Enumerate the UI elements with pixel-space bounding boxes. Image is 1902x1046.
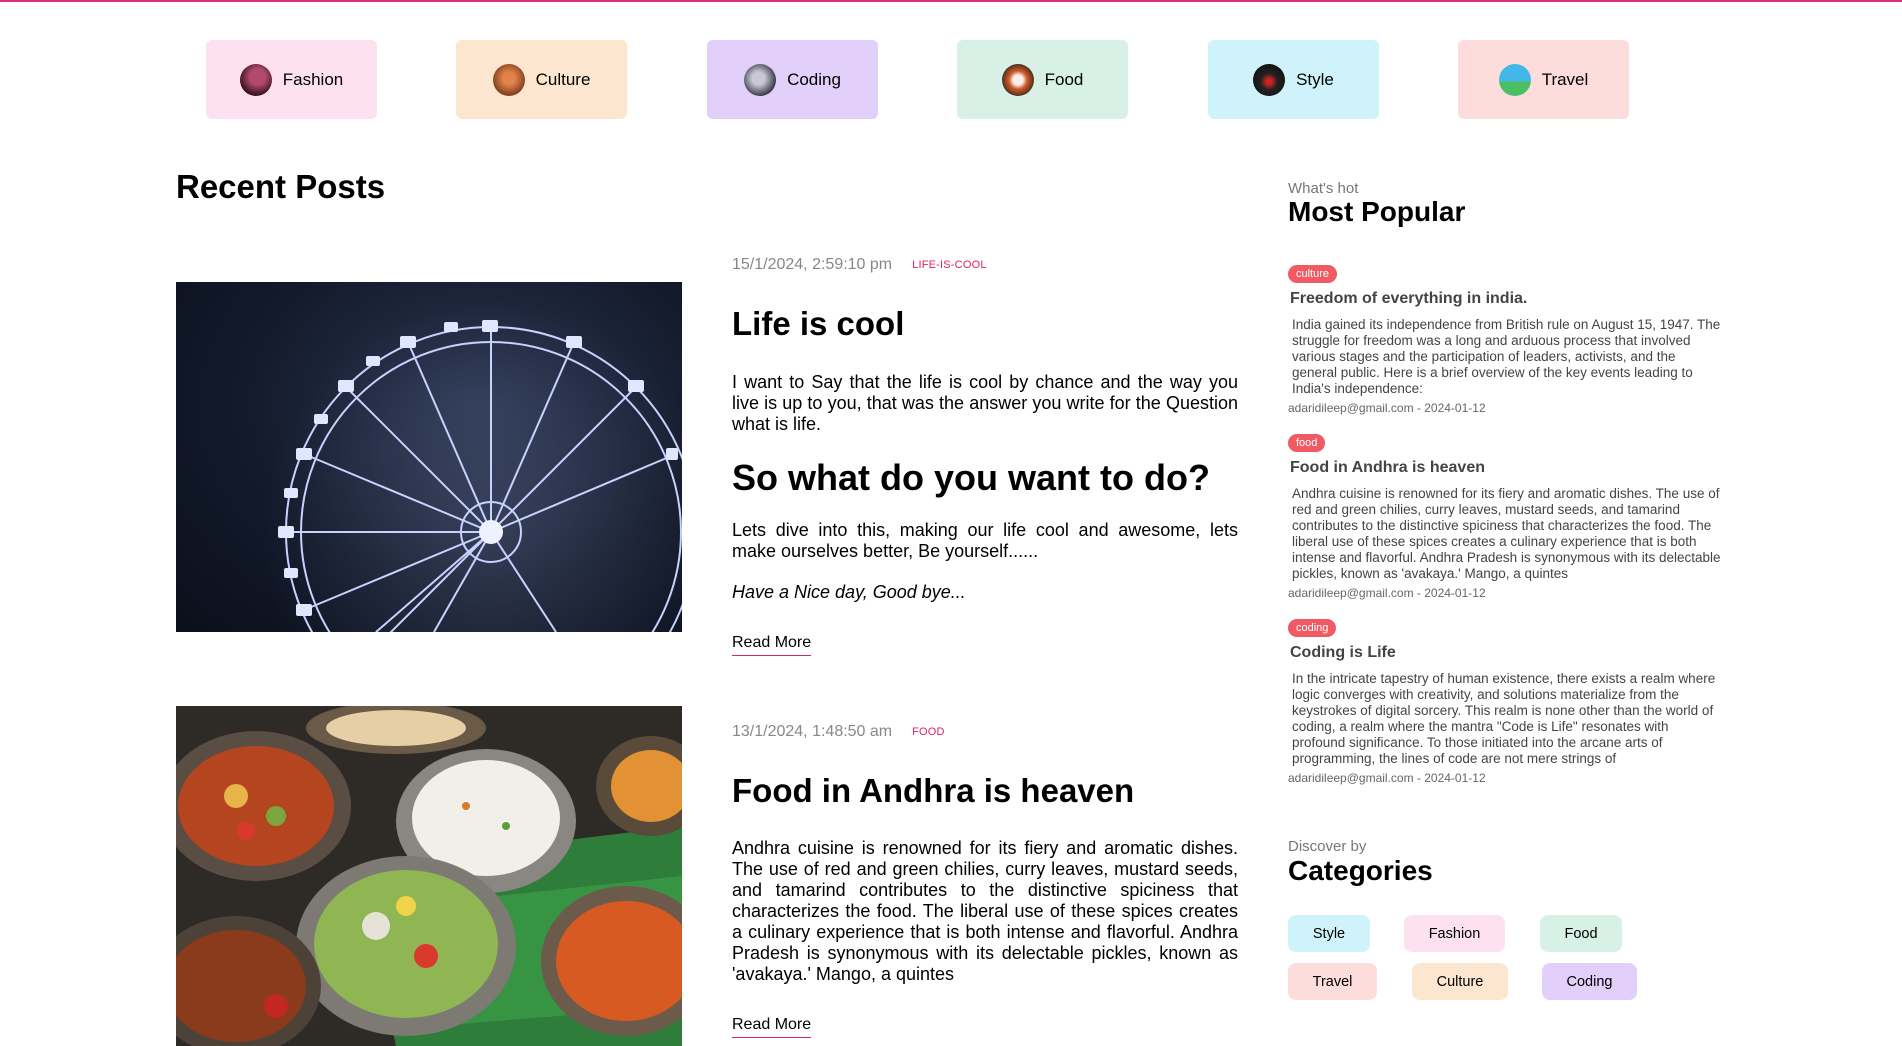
category-button-coding[interactable]: Coding <box>707 40 878 119</box>
category-button-label: Style <box>1296 69 1334 89</box>
post-category-tag[interactable]: FOOD <box>912 726 945 738</box>
popular-post-description: In the intricate tapestry of human exist… <box>1292 671 1716 766</box>
category-button-culture[interactable]: Culture <box>456 40 627 119</box>
coding-avatar-icon <box>744 63 777 96</box>
post-excerpt-3: Have a Nice day, Good bye... <box>732 582 966 602</box>
category-pill-food[interactable]: Food <box>1540 915 1622 952</box>
category-button-label: Coding <box>787 69 841 89</box>
popular-post-description: India gained its independence from Briti… <box>1292 317 1721 396</box>
food-avatar-icon <box>1001 63 1034 96</box>
category-button-fashion[interactable]: Fashion <box>206 40 377 119</box>
categories-heading: Categories <box>1288 855 1433 886</box>
popular-post-item[interactable]: coding Coding is Life In the intricate t… <box>1288 618 1724 785</box>
ferris-wheel-image[interactable] <box>176 282 682 632</box>
read-more-link[interactable]: Read More <box>732 1016 812 1038</box>
category-button-label: Food <box>1044 69 1084 89</box>
category-button-label: Fashion <box>282 69 344 89</box>
post-meta: 15/1/2024, 2:59:10 pm LIFE-IS-COOL <box>732 256 987 274</box>
category-button-style[interactable]: Style <box>1208 40 1379 119</box>
post-excerpt-2: Lets dive into this, making our life coo… <box>732 520 1238 561</box>
post-meta: 13/1/2024, 1:48:50 am FOOD <box>732 723 945 741</box>
popular-post-meta: adaridileep@gmail.com - 2024-01-12 <box>1288 771 1486 785</box>
popular-post-item[interactable]: culture Freedom of everything in india. … <box>1288 264 1724 415</box>
category-button-label: Travel <box>1541 69 1589 89</box>
category-button-food[interactable]: Food <box>957 40 1128 119</box>
fashion-avatar-icon <box>239 63 272 96</box>
category-pill-travel[interactable]: Travel <box>1288 963 1377 1000</box>
popular-post-category-chip[interactable]: culture <box>1288 265 1338 283</box>
categories-subtitle: Discover by <box>1288 838 1367 855</box>
popular-post-category-chip[interactable]: coding <box>1288 619 1337 637</box>
category-pill-culture[interactable]: Culture <box>1412 963 1508 1000</box>
category-button-travel[interactable]: Travel <box>1458 40 1629 119</box>
category-pill-style[interactable]: Style <box>1288 915 1370 952</box>
category-pill-fashion[interactable]: Fashion <box>1404 915 1505 952</box>
post-date: 15/1/2024, 2:59:10 pm <box>732 256 893 273</box>
andhra-food-image[interactable] <box>176 706 682 1046</box>
post-excerpt: I want to Say that the life is cool by c… <box>732 372 1238 434</box>
popular-post-title[interactable]: Coding is Life <box>1290 644 1724 662</box>
post-category-tag[interactable]: LIFE-IS-COOL <box>912 259 987 271</box>
category-pill-coding[interactable]: Coding <box>1542 963 1637 1000</box>
most-popular-subtitle: What's hot <box>1288 180 1359 197</box>
top-accent-line <box>0 0 1902 2</box>
post-title[interactable]: Food in Andhra is heaven <box>732 772 1134 810</box>
read-more-link[interactable]: Read More <box>732 634 812 656</box>
travel-avatar-icon <box>1498 63 1531 96</box>
category-bar: Fashion Culture Coding Food Style Travel <box>0 40 1902 119</box>
category-button-label: Culture <box>535 69 591 89</box>
most-popular-heading: Most Popular <box>1288 196 1466 227</box>
post-subheading: So what do you want to do? <box>732 457 1210 498</box>
food-illustration <box>176 706 682 1046</box>
post-excerpt: Andhra cuisine is renowned for its fiery… <box>732 838 1238 984</box>
popular-post-meta: adaridileep@gmail.com - 2024-01-12 <box>1288 586 1486 600</box>
popular-post-title[interactable]: Food in Andhra is heaven <box>1290 459 1724 477</box>
post-title[interactable]: Life is cool <box>732 305 904 343</box>
post-date: 13/1/2024, 1:48:50 am <box>732 723 893 740</box>
culture-avatar-icon <box>492 63 525 96</box>
popular-post-title[interactable]: Freedom of everything in india. <box>1290 290 1724 308</box>
ferris-wheel-illustration <box>261 302 682 632</box>
popular-post-meta: adaridileep@gmail.com - 2024-01-12 <box>1288 401 1486 415</box>
popular-post-item[interactable]: food Food in Andhra is heaven Andhra cui… <box>1288 433 1724 600</box>
popular-post-category-chip[interactable]: food <box>1288 434 1326 452</box>
style-avatar-icon <box>1253 63 1286 96</box>
popular-post-description: Andhra cuisine is renowned for its fiery… <box>1292 486 1721 581</box>
recent-posts-heading: Recent Posts <box>176 168 386 205</box>
